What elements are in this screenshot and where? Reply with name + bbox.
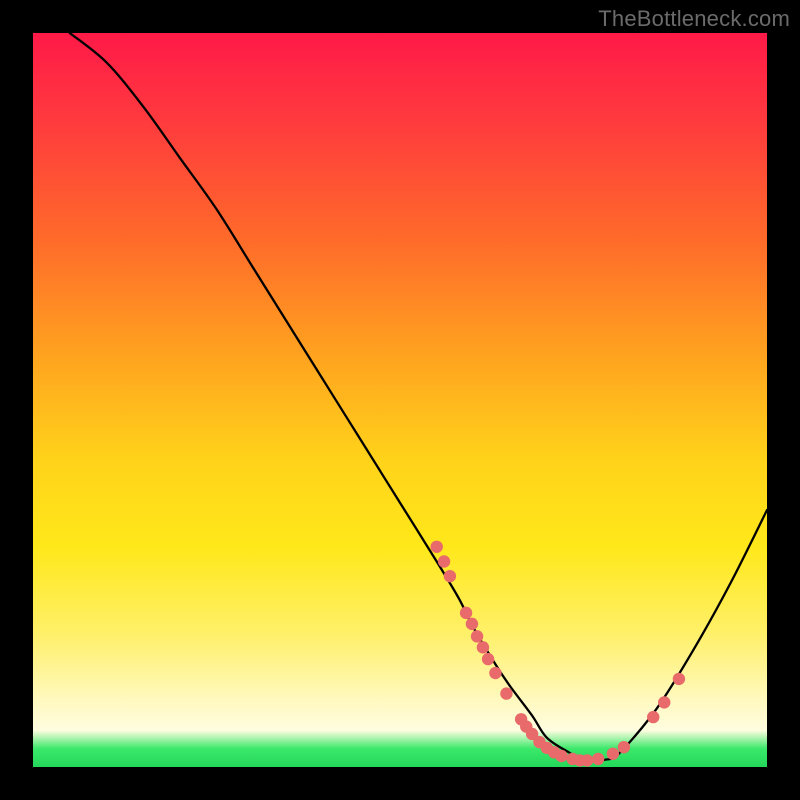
data-point — [438, 555, 450, 567]
data-point — [471, 630, 483, 642]
data-point — [673, 673, 685, 685]
plot-area — [33, 33, 767, 767]
data-point — [500, 687, 512, 699]
data-point — [482, 653, 494, 665]
data-point — [592, 753, 604, 765]
data-point — [444, 570, 456, 582]
data-point — [658, 696, 670, 708]
data-point — [618, 741, 630, 753]
data-point — [477, 641, 489, 653]
marker-group — [431, 541, 686, 767]
data-point — [607, 748, 619, 760]
data-point — [431, 541, 443, 553]
chart-svg — [33, 33, 767, 767]
data-point — [489, 667, 501, 679]
chart-frame: TheBottleneck.com — [0, 0, 800, 800]
data-point — [555, 750, 567, 762]
data-point — [647, 711, 659, 723]
data-point — [460, 607, 472, 619]
data-point — [466, 618, 478, 630]
data-point — [581, 754, 593, 766]
watermark-text: TheBottleneck.com — [598, 6, 790, 32]
bottleneck-curve — [70, 33, 767, 761]
